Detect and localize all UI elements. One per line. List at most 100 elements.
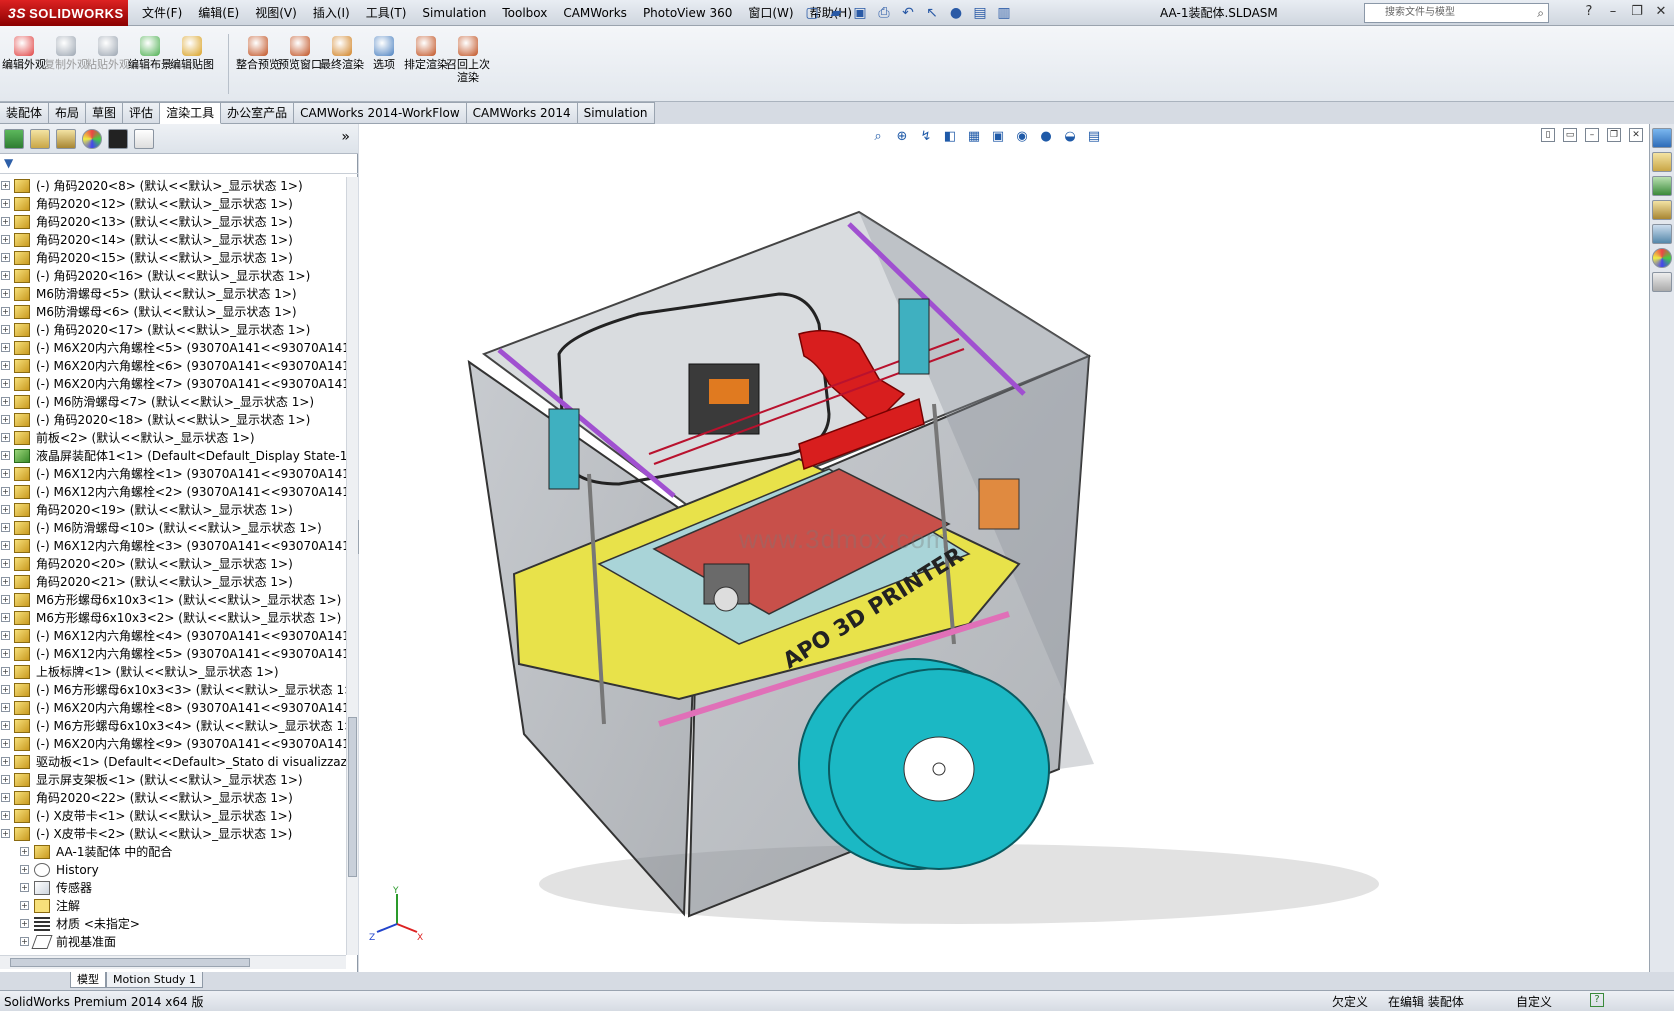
expand-toggle-icon[interactable]: + bbox=[1, 199, 10, 208]
tree-item[interactable]: + (-) M6X20内六角螺栓<8> (93070A141<<93070A141… bbox=[0, 699, 346, 717]
expand-toggle-icon[interactable]: + bbox=[1, 577, 10, 586]
tree-item[interactable]: + (-) M6X20内六角螺栓<6> (93070A141<<93070A141… bbox=[0, 357, 346, 375]
expand-toggle-icon[interactable]: + bbox=[1, 235, 10, 244]
scrollbar-thumb[interactable] bbox=[348, 717, 357, 877]
expand-toggle-icon[interactable]: + bbox=[1, 253, 10, 262]
menu-item[interactable]: 编辑(E) bbox=[190, 0, 247, 26]
print-icon[interactable]: ⎙ bbox=[874, 3, 894, 23]
tree-filter-bar[interactable]: ▼ bbox=[0, 154, 358, 174]
tree-item[interactable]: + 角码2020<22> (默认<<默认>_显示状态 1>) bbox=[0, 789, 346, 807]
command-tab[interactable]: 布局 bbox=[49, 102, 87, 124]
file-properties-icon[interactable]: ▤ bbox=[970, 3, 990, 23]
view-palette-icon[interactable] bbox=[1652, 224, 1672, 244]
ribbon-button[interactable]: 编辑布景 bbox=[128, 36, 172, 71]
menu-item[interactable]: Toolbox bbox=[494, 0, 555, 26]
tree-item[interactable]: + (-) M6防滑螺母<7> (默认<<默认>_显示状态 1>) bbox=[0, 393, 346, 411]
tree-item[interactable]: + History bbox=[0, 861, 346, 879]
search-input[interactable]: 搜索文件与模型 ⌕ bbox=[1364, 3, 1549, 23]
tree-item[interactable]: + (-) M6X20内六角螺栓<7> (93070A141<<93070A141… bbox=[0, 375, 346, 393]
property-manager-tab-icon[interactable] bbox=[30, 129, 50, 149]
expand-toggle-icon[interactable]: + bbox=[1, 523, 10, 532]
tree-item[interactable]: + M6方形螺母6x10x3<1> (默认<<默认>_显示状态 1>) bbox=[0, 591, 346, 609]
tree-item[interactable]: + (-) 角码2020<17> (默认<<默认>_显示状态 1>) bbox=[0, 321, 346, 339]
command-tab[interactable]: 装配体 bbox=[0, 102, 50, 124]
expand-toggle-icon[interactable]: + bbox=[1, 325, 10, 334]
expand-toggle-icon[interactable]: + bbox=[20, 901, 29, 910]
tree-item[interactable]: + 角码2020<19> (默认<<默认>_显示状态 1>) bbox=[0, 501, 346, 519]
search-results-icon[interactable] bbox=[1652, 200, 1672, 220]
new-document-icon[interactable]: ▢ bbox=[802, 3, 822, 23]
menu-item[interactable]: 工具(T) bbox=[358, 0, 415, 26]
menu-item[interactable]: 视图(V) bbox=[247, 0, 305, 26]
expand-panel-icon[interactable]: » bbox=[341, 129, 350, 145]
tree-item[interactable]: + AA-1装配体 中的配合 bbox=[0, 843, 346, 861]
ribbon-button[interactable]: 粘贴外观 bbox=[86, 36, 130, 71]
options-icon[interactable]: ▥ bbox=[994, 3, 1014, 23]
appearances-scenes-icon[interactable] bbox=[1652, 248, 1672, 268]
menu-item[interactable]: 插入(I) bbox=[305, 0, 358, 26]
undo-icon[interactable]: ↶ bbox=[898, 3, 918, 23]
tree-item[interactable]: + (-) M6X20内六角螺栓<5> (93070A141<<93070A141… bbox=[0, 339, 346, 357]
command-tab[interactable]: 评估 bbox=[123, 102, 161, 124]
expand-toggle-icon[interactable]: + bbox=[20, 847, 29, 856]
model-tab[interactable]: Motion Study 1 bbox=[106, 972, 204, 988]
expand-toggle-icon[interactable]: + bbox=[1, 289, 10, 298]
tree-item[interactable]: + 前视基准面 bbox=[0, 933, 346, 951]
tree-item[interactable]: + (-) M6X12内六角螺栓<1> (93070A141<<93070A141… bbox=[0, 465, 346, 483]
expand-toggle-icon[interactable]: + bbox=[1, 361, 10, 370]
menu-item[interactable]: 窗口(W) bbox=[740, 0, 801, 26]
expand-toggle-icon[interactable]: + bbox=[1, 631, 10, 640]
expand-toggle-icon[interactable]: + bbox=[1, 829, 10, 838]
expand-toggle-icon[interactable]: + bbox=[1, 793, 10, 802]
expand-toggle-icon[interactable]: + bbox=[1, 451, 10, 460]
ribbon-button[interactable]: 最终渲染 bbox=[320, 36, 364, 71]
expand-toggle-icon[interactable]: + bbox=[1, 343, 10, 352]
tree-item[interactable]: + 材质 <未指定> bbox=[0, 915, 346, 933]
tree-item[interactable]: + 角码2020<15> (默认<<默认>_显示状态 1>) bbox=[0, 249, 346, 267]
rebuild-traffic-light-icon[interactable]: ● bbox=[946, 3, 966, 23]
tree-item[interactable]: + (-) 角码2020<16> (默认<<默认>_显示状态 1>) bbox=[0, 267, 346, 285]
tree-item[interactable]: + (-) X皮带卡<1> (默认<<默认>_显示状态 1>) bbox=[0, 807, 346, 825]
design-library-icon[interactable] bbox=[1652, 152, 1672, 172]
expand-toggle-icon[interactable]: + bbox=[1, 397, 10, 406]
configuration-manager-tab-icon[interactable] bbox=[56, 129, 76, 149]
menu-item[interactable]: PhotoView 360 bbox=[635, 0, 740, 26]
expand-toggle-icon[interactable]: + bbox=[1, 559, 10, 568]
expand-toggle-icon[interactable]: + bbox=[1, 649, 10, 658]
simulation-tab-icon[interactable] bbox=[134, 129, 154, 149]
command-tab[interactable]: 渲染工具 bbox=[160, 102, 222, 124]
expand-toggle-icon[interactable]: + bbox=[20, 865, 29, 874]
menu-item[interactable]: CAMWorks bbox=[555, 0, 635, 26]
model-tab[interactable]: 模型 bbox=[70, 972, 106, 988]
expand-toggle-icon[interactable]: + bbox=[1, 721, 10, 730]
tree-item[interactable]: + 上板标牌<1> (默认<<默认>_显示状态 1>) bbox=[0, 663, 346, 681]
scrollbar-thumb[interactable] bbox=[10, 958, 250, 967]
ribbon-button[interactable]: 整合预览 bbox=[236, 36, 280, 71]
custom-properties-icon[interactable] bbox=[1652, 272, 1672, 292]
tree-item[interactable]: + 角码2020<14> (默认<<默认>_显示状态 1>) bbox=[0, 231, 346, 249]
solidworks-logo[interactable]: 3S SOLIDWORKS bbox=[0, 0, 128, 26]
tree-item[interactable]: + (-) M6X12内六角螺栓<2> (93070A141<<93070A141… bbox=[0, 483, 346, 501]
expand-toggle-icon[interactable]: + bbox=[1, 505, 10, 514]
expand-toggle-icon[interactable]: + bbox=[1, 487, 10, 496]
tree-item[interactable]: + 角码2020<20> (默认<<默认>_显示状态 1>) bbox=[0, 555, 346, 573]
expand-toggle-icon[interactable]: + bbox=[1, 217, 10, 226]
save-icon[interactable]: ▣ bbox=[850, 3, 870, 23]
tree-item[interactable]: + (-) X皮带卡<2> (默认<<默认>_显示状态 1>) bbox=[0, 825, 346, 843]
tree-item[interactable]: + (-) M6方形螺母6x10x3<3> (默认<<默认>_显示状态 1>) bbox=[0, 681, 346, 699]
graphics-area[interactable]: ⌕ ⊕ ↯ ◧ ▦ ▣ ◉ ● ◒ ▤ ▯ ▭ – ❐ ✕ APO 3D PRI… bbox=[359, 124, 1649, 972]
restore-icon[interactable]: ❐ bbox=[1628, 2, 1646, 22]
ribbon-button[interactable]: 排定渲染 bbox=[404, 36, 448, 71]
tree-item[interactable]: + 前板<2> (默认<<默认>_显示状态 1>) bbox=[0, 429, 346, 447]
menu-item[interactable]: 文件(F) bbox=[134, 0, 190, 26]
expand-toggle-icon[interactable]: + bbox=[1, 685, 10, 694]
command-tab[interactable]: Simulation bbox=[577, 102, 655, 124]
command-tab[interactable]: 办公室产品 bbox=[221, 102, 295, 124]
tree-item[interactable]: + (-) M6X12内六角螺栓<3> (93070A141<<93070A141… bbox=[0, 537, 346, 555]
command-tab[interactable]: 草图 bbox=[86, 102, 124, 124]
status-units[interactable]: 自定义 bbox=[1516, 993, 1552, 1010]
feature-manager-tab-icon[interactable] bbox=[4, 129, 24, 149]
ribbon-button[interactable]: 召回上次渲染 bbox=[446, 36, 490, 84]
tree-item[interactable]: + 传感器 bbox=[0, 879, 346, 897]
ribbon-button[interactable]: 预览窗口 bbox=[278, 36, 322, 71]
